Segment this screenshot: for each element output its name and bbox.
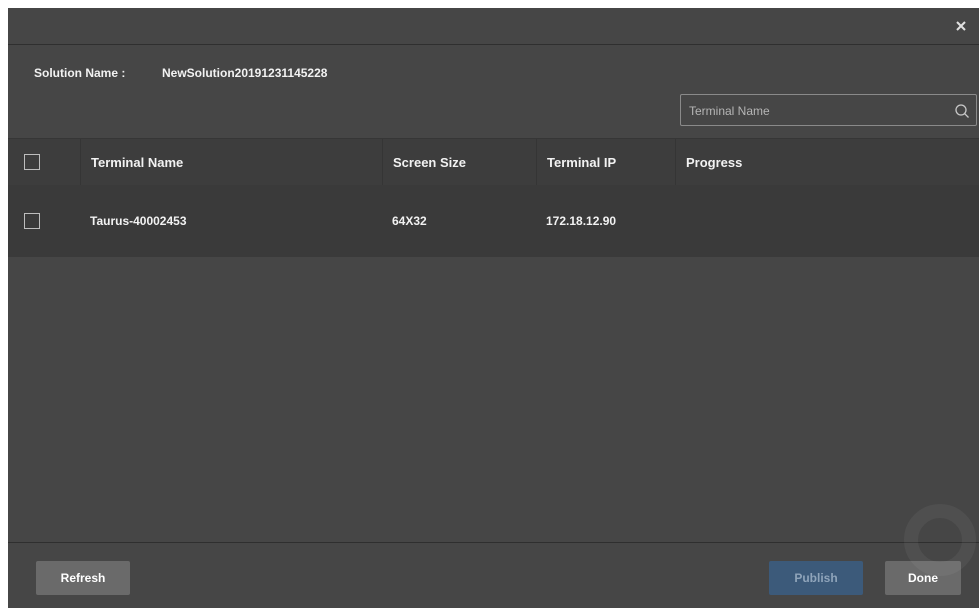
row-progress-cell xyxy=(675,185,979,257)
row-select-cell xyxy=(8,185,80,257)
publish-dialog: Solution Name : NewSolution20191231145228… xyxy=(8,8,979,608)
solution-name-label: Solution Name : xyxy=(34,66,126,80)
publish-button[interactable]: Publish xyxy=(769,561,863,595)
header-select-all-cell xyxy=(8,139,80,185)
dialog-footer: Refresh Publish Done xyxy=(8,542,979,608)
table-header: Terminal Name Screen Size Terminal IP Pr… xyxy=(8,138,979,185)
column-header-terminal-name: Terminal Name xyxy=(91,154,184,170)
row-terminal-ip: 172.18.12.90 xyxy=(546,214,617,228)
header-terminal-name: Terminal Name xyxy=(80,139,382,185)
header-screen-size: Screen Size xyxy=(382,139,536,185)
row-screen-size: 64X32 xyxy=(392,214,427,228)
decorative-ring xyxy=(904,504,976,576)
solution-name-value: NewSolution20191231145228 xyxy=(162,66,328,80)
terminal-search-box xyxy=(680,94,977,127)
select-all-checkbox[interactable] xyxy=(24,154,40,170)
column-header-terminal-ip: Terminal IP xyxy=(547,154,617,170)
row-terminal-ip-cell: 172.18.12.90 xyxy=(536,185,675,257)
refresh-button[interactable]: Refresh xyxy=(36,561,130,595)
header-terminal-ip: Terminal IP xyxy=(536,139,675,185)
row-screen-size-cell: 64X32 xyxy=(382,185,536,257)
row-terminal-name: Taurus-40002453 xyxy=(90,214,187,228)
row-terminal-name-cell: Taurus-40002453 xyxy=(80,185,382,257)
terminal-search-input[interactable] xyxy=(687,95,941,127)
column-header-screen-size: Screen Size xyxy=(393,154,466,170)
header-progress: Progress xyxy=(675,139,979,185)
table-row[interactable]: Taurus-40002453 64X32 172.18.12.90 xyxy=(8,185,979,257)
row-checkbox[interactable] xyxy=(24,213,40,229)
dialog-titlebar xyxy=(8,8,979,45)
column-header-progress: Progress xyxy=(686,154,743,170)
search-icon[interactable] xyxy=(954,103,970,119)
close-icon[interactable] xyxy=(953,18,969,34)
solution-name-row: Solution Name : NewSolution20191231145228 xyxy=(34,66,327,80)
